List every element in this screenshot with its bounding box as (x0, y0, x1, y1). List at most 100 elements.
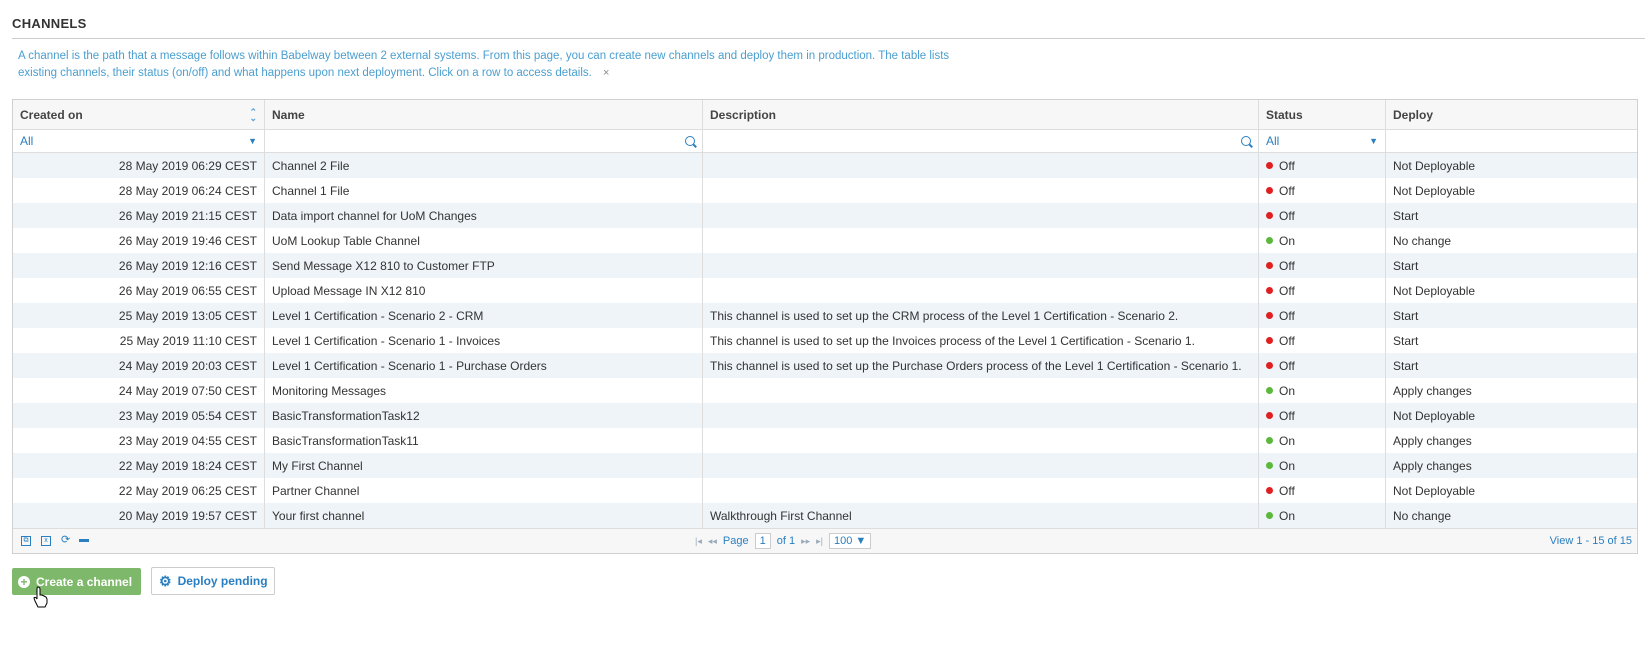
status-dot-icon (1266, 337, 1273, 344)
status-cell-text: On (1279, 233, 1296, 248)
created-cell: 26 May 2019 06:55 CEST (13, 278, 265, 303)
status-cell: Off (1259, 303, 1386, 328)
rows-per-page-select[interactable]: 100 ▼ (829, 533, 872, 549)
status-cell: Off (1259, 478, 1386, 503)
col-description[interactable]: Description (703, 100, 1259, 129)
status-filter-select[interactable]: All ▼ (1259, 130, 1386, 152)
created-cell-text: 24 May 2019 20:03 CEST (118, 358, 257, 373)
table-row[interactable]: 23 May 2019 04:55 CEST BasicTransformatio… (13, 428, 1637, 453)
table-row[interactable]: 24 May 2019 07:50 CEST Monitoring Message… (13, 378, 1637, 403)
prev-page-icon[interactable]: ◂◂ (708, 536, 717, 547)
created-cell-text: 25 May 2019 11:10 CEST (119, 333, 257, 348)
refresh-icon[interactable]: ⟳ (61, 535, 70, 546)
table-row[interactable]: 25 May 2019 13:05 CEST Level 1 Certificat… (13, 303, 1637, 328)
table-row[interactable]: 23 May 2019 05:54 CEST BasicTransformatio… (13, 403, 1637, 428)
description-cell (703, 178, 1259, 203)
deploy-cell-text: No change (1393, 233, 1452, 248)
status-cell: On (1259, 503, 1386, 528)
table-row[interactable]: 22 May 2019 18:24 CEST My First Channel On… (13, 453, 1637, 478)
status-dot-icon (1266, 237, 1273, 244)
created-cell: 26 May 2019 12:16 CEST (13, 253, 265, 278)
page-title: CHANNELS (12, 16, 87, 31)
status-cell: Off (1259, 403, 1386, 428)
created-cell-text: 26 May 2019 21:15 CEST (118, 208, 257, 223)
gears-icon: ⚙ (159, 572, 172, 589)
created-filter-select[interactable]: All ▼ (13, 130, 265, 152)
status-cell-text: Off (1279, 333, 1295, 348)
description-cell: This channel is used to set up the Invoi… (703, 328, 1259, 353)
sort-icon[interactable]: ⌃ ⌄ (249, 107, 257, 122)
name-cell: Partner Channel (265, 478, 703, 503)
status-dot-icon (1266, 162, 1273, 169)
deploy-cell: Apply changes (1386, 453, 1637, 478)
name-cell-text: Data import channel for UoM Changes (272, 208, 477, 223)
deploy-cell: No change (1386, 228, 1637, 253)
status-cell: Off (1259, 278, 1386, 303)
folder-icon[interactable]: ▬ (79, 535, 89, 545)
status-dot-icon (1266, 312, 1273, 319)
search-icon (1241, 136, 1251, 146)
first-page-icon[interactable]: |◂ (695, 536, 702, 547)
page-number-input[interactable]: 1 (754, 533, 771, 549)
description-cell: Walkthrough First Channel (703, 503, 1259, 528)
col-status[interactable]: Status (1259, 100, 1386, 129)
deploy-cell: Apply changes (1386, 428, 1637, 453)
title-divider (12, 38, 1645, 39)
pager-bar: ⧉ x ⟳ ▬ |◂ ◂◂ Page 1 of 1 ▸▸ ▸| 100 ▼ Vi… (13, 528, 1637, 553)
name-cell: BasicTransformationTask12 (265, 403, 703, 428)
table-row[interactable]: 26 May 2019 19:46 CEST UoM Lookup Table C… (13, 228, 1637, 253)
table-row[interactable]: 28 May 2019 06:24 CEST Channel 1 File Off N… (13, 178, 1637, 203)
name-cell-text: Level 1 Certification - Scenario 1 - Inv… (272, 333, 501, 348)
name-cell: Your first channel (265, 503, 703, 528)
deploy-pending-button[interactable]: ⚙ Deploy pending (151, 567, 275, 595)
status-dot-icon (1266, 387, 1273, 394)
created-cell-text: 25 May 2019 13:05 CEST (118, 308, 257, 323)
name-filter-input[interactable] (265, 130, 703, 152)
status-dot-icon (1266, 287, 1273, 294)
last-page-icon[interactable]: ▸| (816, 536, 823, 547)
create-channel-button[interactable]: + Create a channel (12, 568, 141, 595)
deploy-cell-text: Start (1393, 208, 1419, 223)
deploy-cell-text: Not Deployable (1393, 483, 1476, 498)
table-row[interactable]: 26 May 2019 12:16 CEST Send Message X12 8… (13, 253, 1637, 278)
deploy-cell-text: Start (1393, 308, 1419, 323)
table-row[interactable]: 22 May 2019 06:25 CEST Partner Channel Off… (13, 478, 1637, 503)
export-excel-icon[interactable]: x (41, 536, 51, 546)
intro-text: A channel is the path that a message fol… (18, 48, 978, 82)
col-deploy[interactable]: Deploy (1386, 100, 1637, 129)
table-row[interactable]: 26 May 2019 21:15 CEST Data import channe… (13, 203, 1637, 228)
status-dot-icon (1266, 462, 1273, 469)
next-page-icon[interactable]: ▸▸ (801, 536, 810, 547)
channels-table: Created on ⌃ ⌄ Name Description Status De… (12, 99, 1638, 554)
status-cell-text: Off (1279, 308, 1295, 323)
create-channel-label: Create a channel (36, 574, 133, 589)
name-cell-text: Level 1 Certification - Scenario 2 - CRM (272, 308, 484, 323)
name-cell-text: Your first channel (272, 508, 365, 523)
table-row[interactable]: 26 May 2019 06:55 CEST Upload Message IN … (13, 278, 1637, 303)
table-row[interactable]: 25 May 2019 11:10 CEST Level 1 Certificat… (13, 328, 1637, 353)
deploy-cell-text: Not Deployable (1393, 158, 1476, 173)
created-cell: 28 May 2019 06:29 CEST (13, 153, 265, 178)
table-row[interactable]: 20 May 2019 19:57 CEST Your first channel… (13, 503, 1637, 528)
col-name[interactable]: Name (265, 100, 703, 129)
status-cell: Off (1259, 203, 1386, 228)
created-cell-text: 22 May 2019 06:25 CEST (118, 483, 257, 498)
description-cell (703, 428, 1259, 453)
name-cell: My First Channel (265, 453, 703, 478)
hand-cursor-icon (33, 586, 48, 608)
deploy-filter-cell (1386, 130, 1637, 152)
deploy-cell-text: Not Deployable (1393, 408, 1476, 423)
status-cell-text: On (1279, 433, 1296, 448)
close-intro-icon[interactable]: × (603, 67, 609, 79)
created-cell: 26 May 2019 19:46 CEST (13, 228, 265, 253)
deploy-cell: Start (1386, 203, 1637, 228)
table-row[interactable]: 28 May 2019 06:29 CEST Channel 2 File Off N… (13, 153, 1637, 178)
col-created-on[interactable]: Created on ⌃ ⌄ (13, 100, 265, 129)
name-cell-text: Channel 2 File (272, 158, 350, 173)
description-cell (703, 378, 1259, 403)
column-chooser-icon[interactable]: ⧉ (21, 536, 31, 546)
table-row[interactable]: 24 May 2019 20:03 CEST Level 1 Certificat… (13, 353, 1637, 378)
description-filter-input[interactable] (703, 130, 1259, 152)
description-cell (703, 478, 1259, 503)
created-cell: 22 May 2019 18:24 CEST (13, 453, 265, 478)
